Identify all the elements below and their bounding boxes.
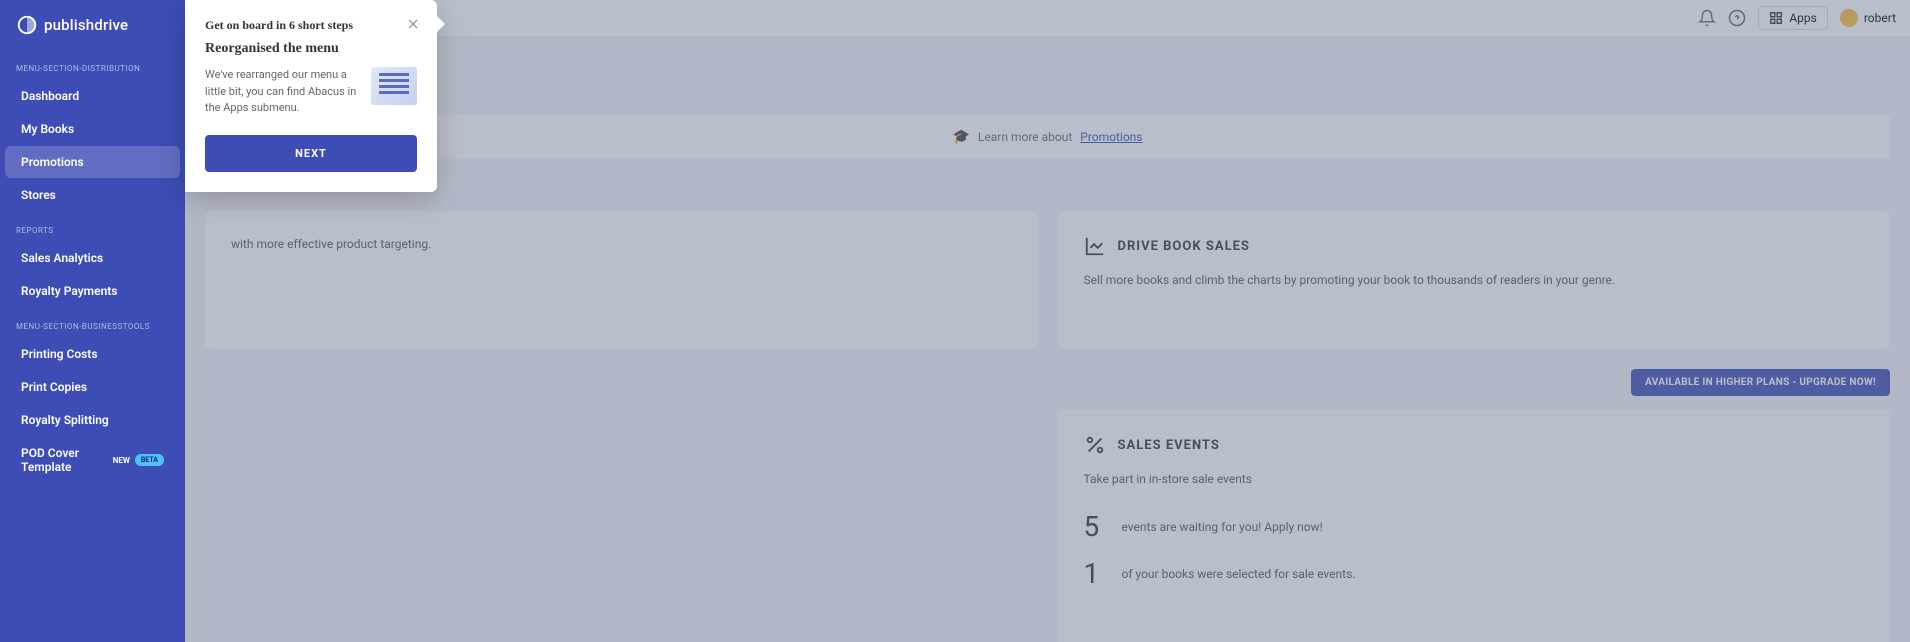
sidebar: publishdrive MENU-SECTION-DISTRIBUTION D… [0,0,185,642]
brand-name: publishdrive [44,16,128,34]
sidebar-item-label: POD Cover Template [21,446,108,474]
sidebar-item-printing-costs[interactable]: Printing Costs [5,338,180,370]
popup-illustration [371,67,417,105]
sidebar-item-royalty-payments[interactable]: Royalty Payments [5,275,180,307]
sidebar-item-pod-cover-template[interactable]: POD Cover Template NEW BETA [5,437,180,483]
sidebar-item-print-copies[interactable]: Print Copies [5,371,180,403]
popup-title: Reorganised the menu [205,41,417,57]
sidebar-item-royalty-splitting[interactable]: Royalty Splitting [5,404,180,436]
modal-overlay[interactable] [185,0,1910,642]
onboarding-popup: Get on board in 6 short steps Reorganise… [185,0,437,192]
sidebar-item-dashboard[interactable]: Dashboard [5,80,180,112]
close-icon[interactable] [405,16,421,32]
sidebar-item-my-books[interactable]: My Books [5,113,180,145]
brand-logo[interactable]: publishdrive [0,0,185,50]
menu-section-business-label: MENU-SECTION-BUSINESSTOOLS [0,308,185,337]
beta-badge: BETA [135,454,164,466]
publishdrive-icon [16,14,38,36]
menu-section-distribution-label: MENU-SECTION-DISTRIBUTION [0,50,185,79]
new-badge: NEW [113,456,130,465]
menu-section-reports-label: REPORTS [0,212,185,241]
sidebar-item-stores[interactable]: Stores [5,179,180,211]
sidebar-item-promotions[interactable]: Promotions [5,146,180,178]
popup-step-label: Get on board in 6 short steps [205,18,417,33]
sidebar-item-sales-analytics[interactable]: Sales Analytics [5,242,180,274]
popup-text: We've rearranged our menu a little bit, … [205,67,361,117]
next-button[interactable]: NEXT [205,135,417,172]
